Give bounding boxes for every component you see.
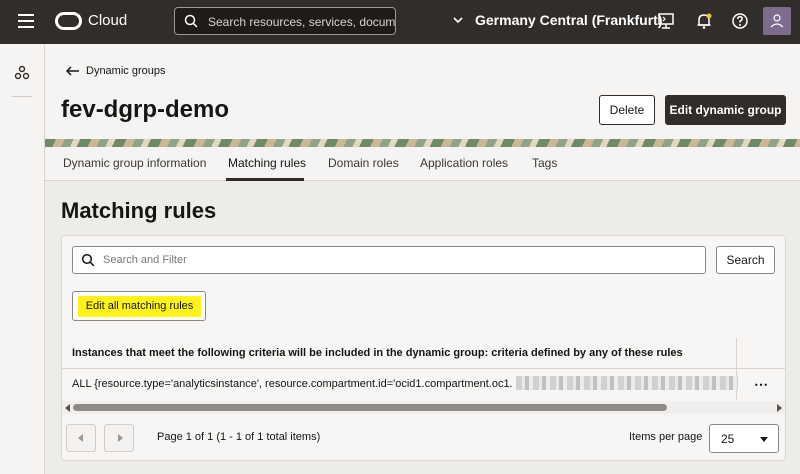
scroll-right-icon[interactable] (777, 404, 782, 412)
user-icon (770, 14, 784, 28)
page-title: fev-dgrp-demo (61, 96, 229, 123)
pagination-summary: Page 1 of 1 (1 - 1 of 1 total items) (157, 431, 321, 443)
oracle-logo-icon[interactable] (55, 12, 82, 30)
breadcrumb[interactable]: Dynamic groups (66, 65, 165, 77)
notifications-icon[interactable] (695, 12, 713, 30)
tab-bar: Dynamic group information Matching rules… (45, 147, 800, 181)
search-button[interactable]: Search (716, 246, 775, 274)
cloud-shell-icon[interactable] (657, 12, 675, 30)
back-arrow-icon (66, 66, 79, 76)
section-title: Matching rules (61, 198, 217, 223)
search-filter-placeholder: Search and Filter (103, 254, 187, 266)
search-filter-input[interactable]: Search and Filter (72, 246, 706, 274)
caret-down-icon (760, 437, 768, 442)
search-icon (81, 253, 95, 267)
scrollbar-thumb[interactable] (73, 404, 667, 411)
tab-matching-rules[interactable]: Matching rules (228, 156, 306, 170)
kebab-menu-icon[interactable]: ⋯ (754, 376, 769, 393)
global-search-input[interactable]: Search resources, services, docum (174, 7, 396, 35)
search-icon (184, 14, 198, 28)
chevron-right-icon (118, 434, 123, 442)
items-per-page-select[interactable]: 25 (709, 424, 779, 453)
help-icon[interactable] (731, 12, 749, 30)
global-search-placeholder: Search resources, services, docum (208, 15, 396, 29)
brand-label[interactable]: Cloud (88, 12, 127, 29)
region-label: Germany Central (Frankfurt) (475, 12, 663, 28)
tab-application-roles[interactable]: Application roles (420, 156, 508, 170)
edit-all-matching-rules-label: Edit all matching rules (78, 296, 201, 317)
previous-page-button[interactable] (66, 424, 96, 452)
tab-domain-roles[interactable]: Domain roles (328, 156, 399, 170)
breadcrumb-label[interactable]: Dynamic groups (86, 65, 165, 77)
delete-button[interactable]: Delete (599, 95, 655, 125)
tab-dynamic-group-information[interactable]: Dynamic group information (63, 156, 206, 170)
row-separator (62, 368, 785, 369)
user-avatar-icon[interactable] (763, 7, 791, 35)
column-divider (736, 338, 737, 400)
region-selector[interactable]: Germany Central (Frankfurt) (453, 12, 662, 28)
scroll-left-icon[interactable] (65, 404, 70, 412)
left-rail (0, 44, 45, 474)
network-icon[interactable] (14, 65, 30, 81)
edit-all-matching-rules-button[interactable]: Edit all matching rules (72, 291, 206, 321)
tab-tags[interactable]: Tags (532, 156, 557, 170)
redacted-text (516, 376, 738, 390)
edit-dynamic-group-button[interactable]: Edit dynamic group (665, 95, 786, 125)
next-page-button[interactable] (104, 424, 134, 452)
items-per-page-label: Items per page (629, 431, 703, 443)
chevron-left-icon (78, 434, 83, 442)
rail-divider (12, 96, 32, 97)
items-per-page-value: 25 (721, 432, 735, 446)
matching-rule-text: ALL {resource.type='analyticsinstance', … (72, 378, 513, 390)
decorative-pattern-strip (45, 139, 800, 147)
horizontal-scrollbar[interactable] (62, 401, 785, 414)
menu-icon[interactable] (18, 14, 34, 28)
table-column-header: Instances that meet the following criter… (72, 347, 683, 359)
chevron-down-icon (453, 17, 463, 23)
top-navigation-bar: Cloud Search resources, services, docum … (0, 0, 800, 44)
